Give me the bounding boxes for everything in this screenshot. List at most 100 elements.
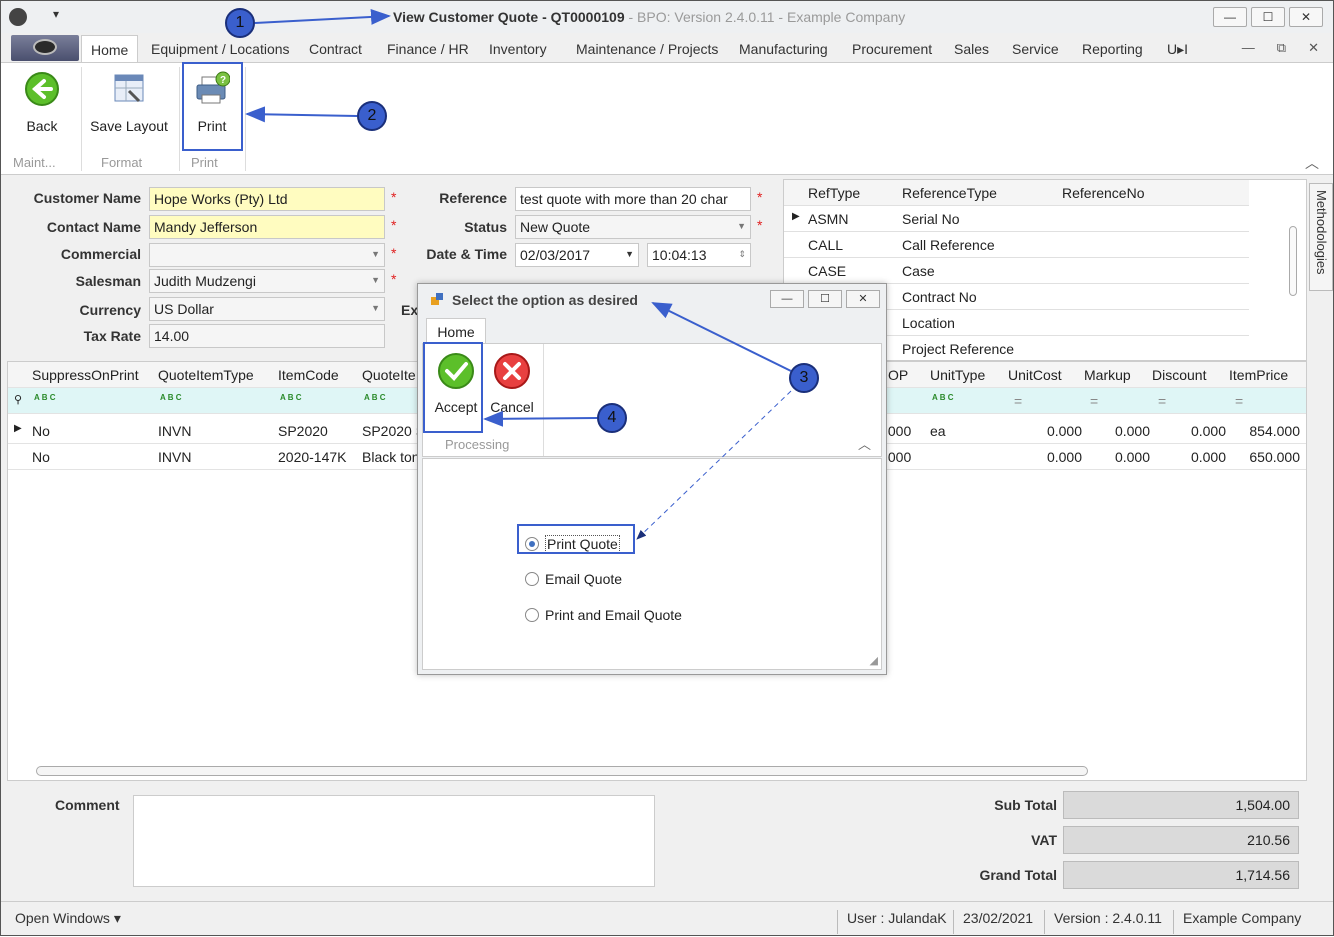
back-button[interactable]: Back bbox=[19, 71, 65, 134]
row-indicator-icon: ▶ bbox=[792, 211, 800, 222]
cancel-button[interactable]: Cancel bbox=[487, 352, 537, 415]
tab-procurement[interactable]: Procurement bbox=[852, 41, 932, 57]
app-logo-icon[interactable] bbox=[9, 8, 27, 26]
tab-equipment-locations[interactable]: Equipment / Locations bbox=[151, 41, 290, 57]
table-cell: Case bbox=[902, 263, 935, 279]
salesman-select[interactable]: Judith Mudzengi ▼ bbox=[149, 269, 385, 293]
chevron-down-icon: ▼ bbox=[625, 249, 634, 259]
table-cell: 0.000 bbox=[1046, 449, 1082, 465]
chevron-down-icon: ▼ bbox=[371, 249, 380, 259]
equals-filter-icon[interactable]: = bbox=[1090, 393, 1098, 409]
radio-print-and-email-quote[interactable]: Print and Email Quote bbox=[525, 607, 682, 623]
tab-ui[interactable]: U▸I bbox=[1167, 41, 1188, 58]
commercial-select[interactable]: ▼ bbox=[149, 243, 385, 267]
dialog-tab-home[interactable]: Home bbox=[426, 318, 486, 344]
radio-email-quote[interactable]: Email Quote bbox=[525, 571, 622, 587]
contact-name-field[interactable]: Mandy Jefferson bbox=[149, 215, 385, 239]
dialog-minimize-button[interactable]: — bbox=[770, 290, 804, 308]
table-row[interactable]: CASE Case bbox=[784, 258, 1249, 284]
close-button[interactable]: ✕ bbox=[1289, 7, 1323, 27]
ribbon-collapse-icon[interactable]: ︿ bbox=[1305, 153, 1319, 173]
text-filter-icon[interactable]: A B C bbox=[364, 393, 385, 402]
tab-sales[interactable]: Sales bbox=[954, 41, 989, 57]
text-filter-icon[interactable]: A B C bbox=[932, 393, 953, 402]
table-row[interactable]: CALL Call Reference bbox=[784, 232, 1249, 258]
required-marker: * bbox=[391, 271, 397, 287]
maximize-button[interactable]: ☐ bbox=[1251, 7, 1285, 27]
tax-rate-field[interactable]: 14.00 bbox=[149, 324, 385, 348]
salesman-value: Judith Mudzengi bbox=[154, 273, 256, 289]
column-header[interactable]: ItemPrice bbox=[1229, 367, 1288, 383]
reference-field[interactable]: test quote with more than 20 char bbox=[515, 187, 751, 211]
comment-textarea[interactable] bbox=[133, 795, 655, 887]
column-header[interactable]: ItemCode bbox=[278, 367, 339, 383]
vat-label: VAT bbox=[1031, 832, 1057, 848]
required-marker: * bbox=[391, 189, 397, 205]
tab-maintenance-projects[interactable]: Maintenance / Projects bbox=[576, 41, 718, 57]
date-value: 02/03/2017 bbox=[520, 247, 591, 263]
tab-inventory[interactable]: Inventory bbox=[489, 41, 547, 57]
mdi-restore-icon[interactable]: ⧉ bbox=[1277, 40, 1286, 56]
status-select[interactable]: New Quote ▼ bbox=[515, 215, 751, 239]
dialog-close-button[interactable]: ✕ bbox=[846, 290, 880, 308]
tab-contract[interactable]: Contract bbox=[309, 41, 362, 57]
radio-unselected-icon bbox=[525, 608, 539, 622]
equals-filter-icon[interactable]: = bbox=[1235, 393, 1243, 409]
dialog-ribbon-collapse-icon[interactable]: ︿ bbox=[858, 434, 871, 453]
column-header[interactable]: QuoteItemType bbox=[158, 367, 254, 383]
table-cell: SP2020 bbox=[278, 423, 328, 439]
references-scrollbar[interactable] bbox=[1286, 206, 1300, 356]
customer-name-field[interactable]: Hope Works (Pty) Ltd bbox=[149, 187, 385, 211]
column-header[interactable]: QuoteIte bbox=[362, 367, 416, 383]
equals-filter-icon[interactable]: = bbox=[1014, 393, 1022, 409]
filter-pin-icon: ⚲ bbox=[14, 394, 23, 406]
column-header[interactable]: SuppressOnPrint bbox=[32, 367, 139, 383]
items-horizontal-scrollbar[interactable] bbox=[36, 766, 1088, 776]
tax-rate-label: Tax Rate bbox=[83, 328, 141, 344]
quick-access-dropdown[interactable]: ▾ bbox=[53, 7, 59, 21]
text-filter-icon[interactable]: A B C bbox=[34, 393, 55, 402]
tab-home[interactable]: Home bbox=[81, 35, 139, 63]
reference-label: Reference bbox=[439, 190, 507, 206]
tab-finance-hr[interactable]: Finance / HR bbox=[387, 41, 469, 57]
tab-manufacturing[interactable]: Manufacturing bbox=[739, 41, 828, 57]
bpo-logo[interactable] bbox=[11, 35, 79, 61]
back-label: Back bbox=[26, 118, 58, 134]
table-cell: Call Reference bbox=[902, 237, 995, 253]
column-header[interactable]: ReferenceNo bbox=[1062, 185, 1145, 201]
save-layout-button[interactable]: Save Layout bbox=[89, 71, 169, 134]
open-windows-dropdown[interactable]: Open Windows ▾ bbox=[15, 910, 121, 927]
tab-service[interactable]: Service bbox=[1012, 41, 1059, 57]
ex-label: Ex bbox=[401, 302, 419, 318]
text-filter-icon[interactable]: A B C bbox=[160, 393, 181, 402]
currency-select[interactable]: US Dollar ▼ bbox=[149, 297, 385, 321]
time-spinner[interactable]: 10:04:13 ⇕ bbox=[647, 243, 751, 267]
column-header[interactable]: Discount bbox=[1152, 367, 1206, 383]
text-filter-icon[interactable]: A B C bbox=[280, 393, 301, 402]
chevron-down-icon: ▼ bbox=[371, 275, 380, 285]
column-header[interactable]: Markup bbox=[1084, 367, 1131, 383]
column-header[interactable]: UnitCost bbox=[1008, 367, 1062, 383]
methodologies-side-tab[interactable]: Methodologies bbox=[1309, 183, 1333, 291]
equals-filter-icon[interactable]: = bbox=[1158, 393, 1166, 409]
column-header[interactable]: UnitType bbox=[930, 367, 985, 383]
group-print: Print bbox=[191, 155, 218, 170]
print-highlight-box bbox=[182, 62, 243, 151]
tab-reporting[interactable]: Reporting bbox=[1082, 41, 1143, 57]
column-header[interactable]: RefType bbox=[808, 185, 860, 201]
date-picker[interactable]: 02/03/2017 ▼ bbox=[515, 243, 639, 267]
resize-grip-icon[interactable]: ◢ bbox=[870, 654, 878, 667]
annotation-badge-2: 2 bbox=[357, 101, 387, 131]
window-title-main: View Customer Quote - QT0000109 bbox=[393, 9, 625, 25]
status-label: Status bbox=[464, 219, 507, 235]
dialog-maximize-button[interactable]: ☐ bbox=[808, 290, 842, 308]
minimize-button[interactable]: — bbox=[1213, 7, 1247, 27]
mdi-minimize-icon[interactable]: — bbox=[1242, 40, 1255, 56]
mdi-close-icon[interactable]: ✕ bbox=[1308, 40, 1319, 56]
column-header[interactable]: ReferenceType bbox=[902, 185, 997, 201]
dialog-ribbon: Accept Cancel Processing ︿ bbox=[422, 343, 882, 457]
column-header[interactable]: OP bbox=[888, 367, 908, 383]
chevron-down-icon: ▼ bbox=[737, 221, 746, 231]
table-row[interactable]: ▶ ASMN Serial No bbox=[784, 206, 1249, 232]
ribbon-separator bbox=[179, 67, 180, 171]
